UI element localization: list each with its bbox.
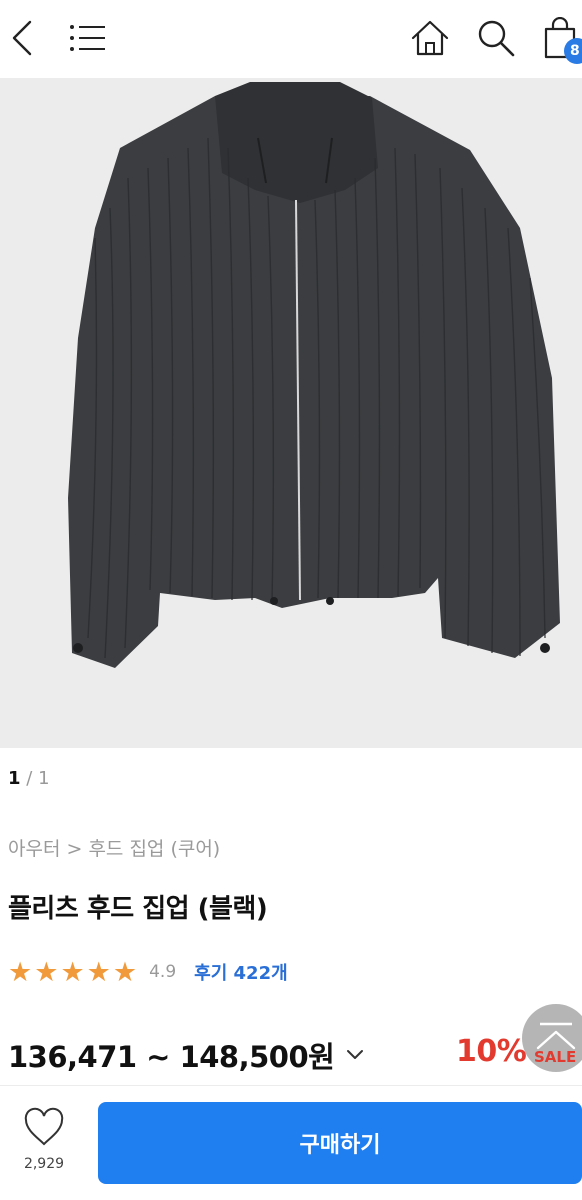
product-title: 플리츠 후드 집업 (블랙) xyxy=(8,894,268,924)
sale-label: SALE xyxy=(534,1048,577,1066)
rating-row: ★ ★ ★ ★ ★ 4.9 후기 422개 xyxy=(8,956,288,988)
review-count-link[interactable]: 후기 422개 xyxy=(194,959,288,985)
like-count: 2,929 xyxy=(23,1156,65,1172)
buy-button[interactable]: 구매하기 xyxy=(98,1102,582,1184)
star-icon: ★ xyxy=(8,956,33,988)
pager-total: 1 xyxy=(38,768,50,789)
footer-divider xyxy=(0,1085,582,1086)
discount-percent: 10% xyxy=(456,1034,527,1069)
menu-icon xyxy=(70,25,105,51)
image-pager: 1 / 1 xyxy=(8,768,50,789)
home-icon xyxy=(411,20,449,56)
rating-score: 4.9 xyxy=(149,962,177,982)
back-button[interactable] xyxy=(0,14,44,62)
back-arrow-icon xyxy=(12,20,32,56)
search-icon xyxy=(478,20,515,57)
product-image[interactable] xyxy=(0,78,582,748)
search-button[interactable] xyxy=(474,14,518,62)
menu-button[interactable] xyxy=(66,14,110,62)
pager-separator: / xyxy=(26,768,33,789)
like-button[interactable]: 2,929 xyxy=(8,1106,80,1182)
price-range[interactable]: 136,471 ~ 148,500원 xyxy=(8,1034,364,1076)
top-navigation-bar: 8 xyxy=(0,0,582,78)
star-icon: ★ xyxy=(86,956,111,988)
jacket-image xyxy=(0,78,582,748)
star-rating: ★ ★ ★ ★ ★ xyxy=(8,959,137,986)
star-icon: ★ xyxy=(112,956,138,988)
chevron-down-icon[interactable] xyxy=(346,1045,364,1066)
breadcrumb[interactable]: 아우터 > 후드 집업 (쿠어) xyxy=(8,834,220,861)
home-button[interactable] xyxy=(408,14,452,62)
star-icon: ★ xyxy=(34,956,59,988)
price-range-text: 136,471 ~ 148,500원 xyxy=(8,1040,335,1074)
star-icon: ★ xyxy=(60,956,85,988)
pager-current: 1 xyxy=(8,768,21,789)
heart-icon xyxy=(24,1107,64,1146)
